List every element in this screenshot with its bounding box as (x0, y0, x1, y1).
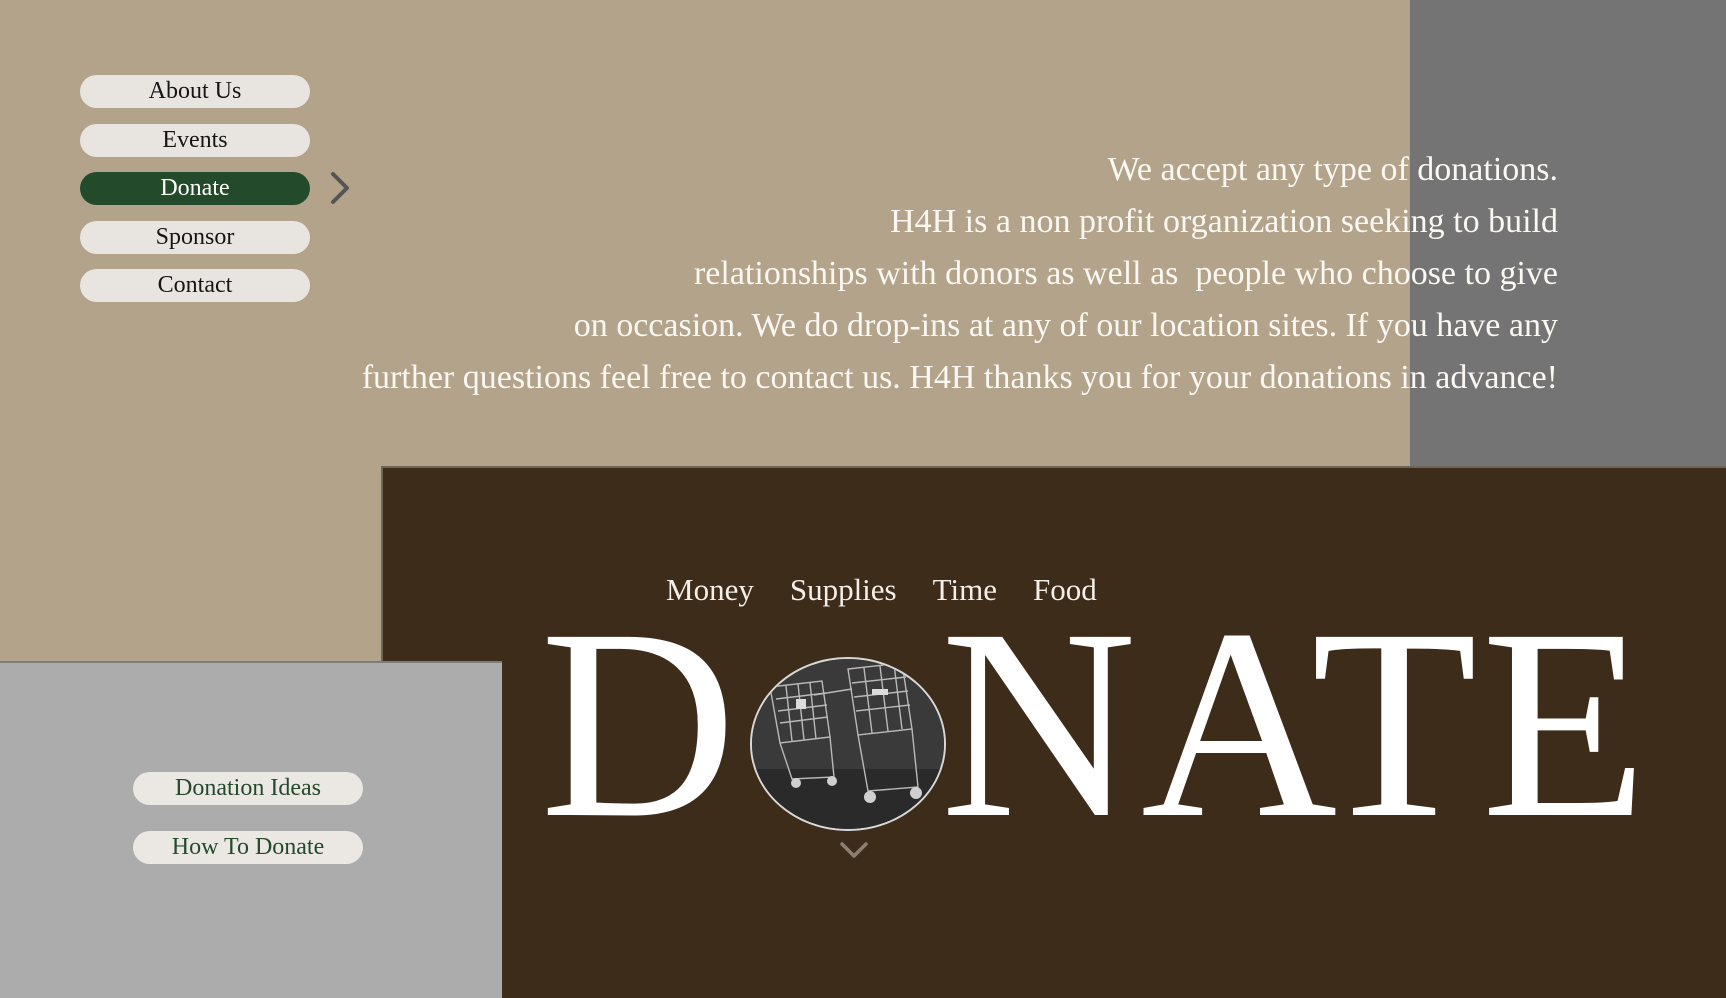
intro-line: H4H is a non profit organization seeking… (890, 203, 1558, 240)
hero-letter-d: D (540, 573, 741, 874)
intro-line: further questions feel free to contact u… (361, 359, 1558, 396)
chevron-down-icon[interactable] (838, 840, 870, 860)
intro-paragraph: We accept any type of donations. H4H is … (258, 144, 1558, 404)
hero-letters-nate: NATE (940, 573, 1652, 874)
donate-hero: D NATE (540, 588, 1680, 860)
intro-line: on occasion. We do drop-ins at any of ou… (573, 307, 1558, 344)
intro-line: We accept any type of donations. (1107, 151, 1558, 188)
shopping-carts-photo (750, 657, 946, 831)
nav-about-us[interactable]: About Us (80, 75, 310, 108)
donate-hero-word: D NATE (540, 588, 1651, 860)
how-to-donate-button[interactable]: How To Donate (133, 831, 363, 864)
gray-left-panel (0, 661, 502, 998)
intro-line: relationships with donors as well as peo… (693, 255, 1558, 292)
donation-ideas-button[interactable]: Donation Ideas (133, 772, 363, 805)
shopping-carts-image (752, 659, 944, 829)
